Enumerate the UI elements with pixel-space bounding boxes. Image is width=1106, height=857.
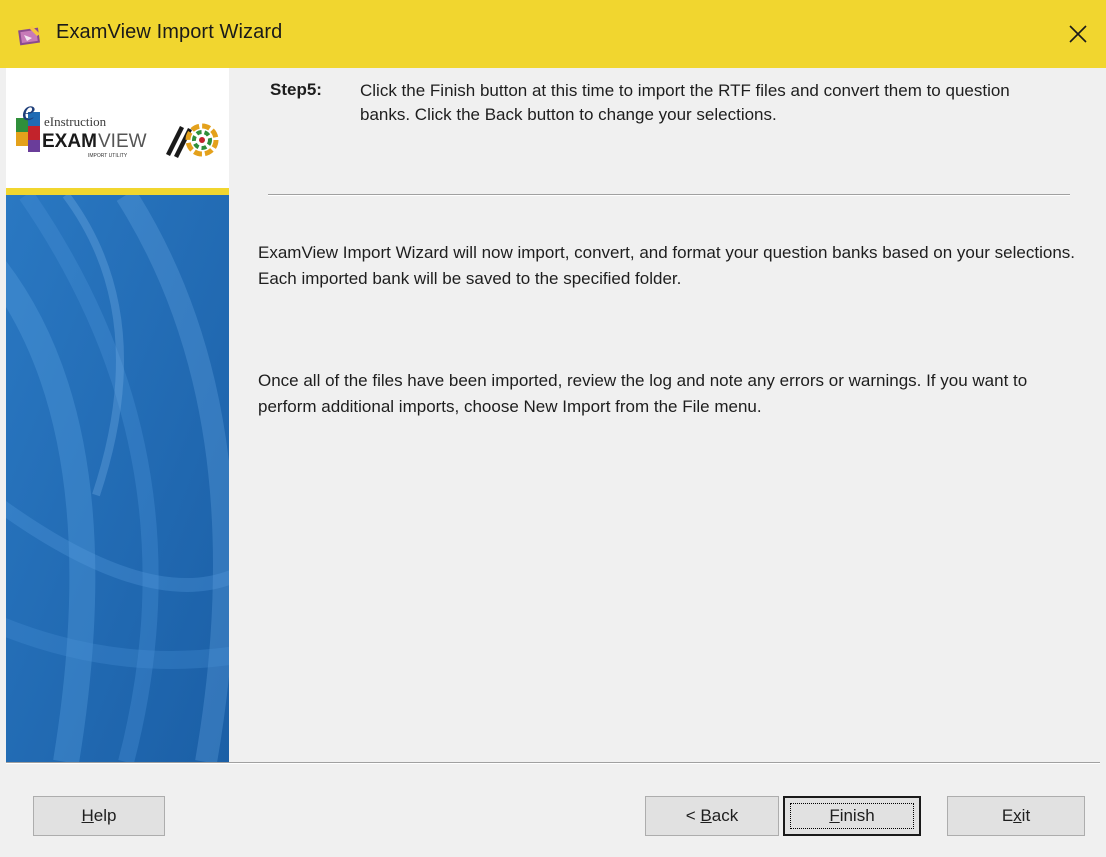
footer-divider	[6, 762, 1100, 764]
examview-app-icon	[18, 26, 41, 46]
help-button[interactable]: Help	[33, 796, 165, 836]
focus-rectangle	[790, 803, 914, 829]
step-instructions: Click the Finish button at this time to …	[360, 81, 1010, 124]
description-paragraph: ExamView Import Wizard will now import, …	[258, 243, 1075, 288]
wizard-window: ExamView Import Wizard e eInstruction EX…	[0, 0, 1106, 857]
close-icon	[1069, 25, 1087, 43]
header-divider	[268, 194, 1070, 196]
back-button[interactable]: < Back	[645, 796, 779, 836]
examview-logo: e eInstruction EXAM VIEW IMPORT UTILITY	[6, 68, 229, 188]
svg-text:EXAM: EXAM	[42, 131, 97, 152]
svg-text:IMPORT UTILITY: IMPORT UTILITY	[88, 153, 128, 159]
window-title: ExamView Import Wizard	[56, 21, 283, 43]
wizard-sidebar: e eInstruction EXAM VIEW IMPORT UTILITY	[6, 68, 229, 762]
title-bar: ExamView Import Wizard	[0, 0, 1106, 68]
logo-accent-bar	[6, 188, 229, 195]
svg-text:eInstruction: eInstruction	[44, 114, 107, 129]
exit-button[interactable]: Ex it	[947, 796, 1085, 836]
finish-button[interactable]: Finish	[783, 796, 921, 836]
svg-text:VIEW: VIEW	[98, 131, 147, 152]
step-label: Step5:	[270, 80, 322, 99]
close-button[interactable]	[1050, 0, 1106, 68]
sidebar-graphic	[6, 189, 229, 762]
logo-graphic: e eInstruction EXAM VIEW IMPORT UTILITY	[16, 94, 219, 159]
followup-paragraph: Once all of the files have been imported…	[258, 371, 1028, 416]
svg-text:e: e	[22, 94, 35, 127]
